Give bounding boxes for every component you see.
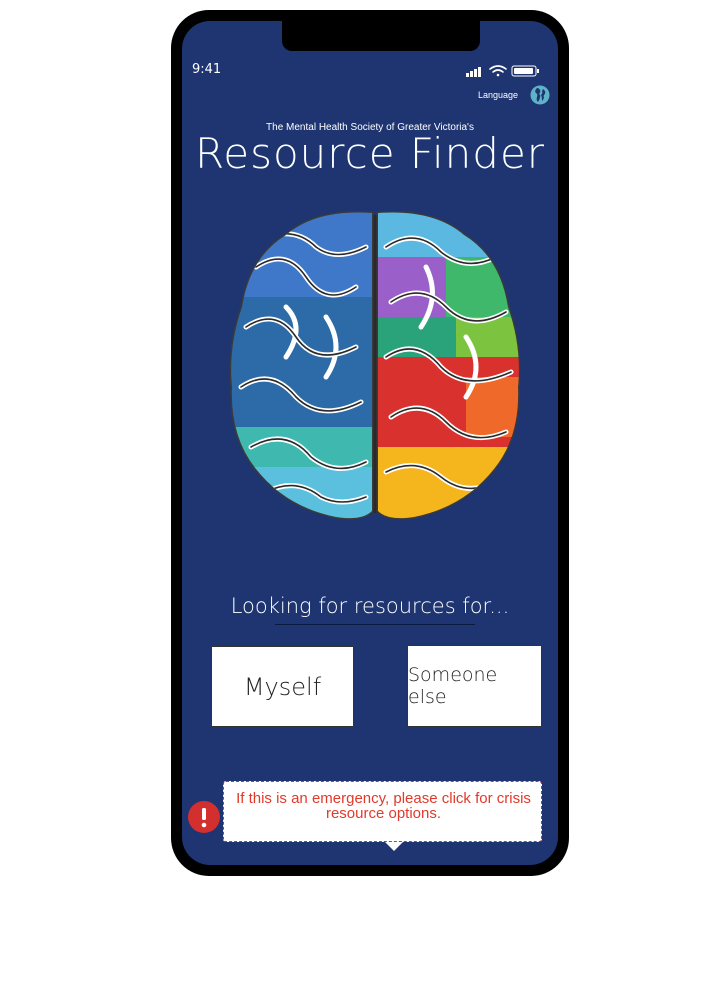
myself-button[interactable]: Myself <box>211 646 354 727</box>
tooltip-pointer <box>385 842 403 851</box>
device-notch <box>282 21 480 51</box>
phone-frame: 9:41 Language The Mental Health Society … <box>171 10 569 876</box>
language-label[interactable]: Language <box>478 90 518 100</box>
resources-prompt: Looking for resources for... <box>230 594 510 618</box>
prompt-underline <box>275 624 475 625</box>
someone-else-button[interactable]: Someone else <box>407 645 542 727</box>
battery-icon <box>511 65 539 77</box>
brain-illustration <box>229 211 521 520</box>
status-icons <box>466 65 539 77</box>
wifi-icon <box>489 65 507 77</box>
app-screen: 9:41 Language The Mental Health Society … <box>182 21 558 865</box>
signal-icon <box>466 67 481 77</box>
status-time: 9:41 <box>192 62 222 77</box>
globe-icon[interactable] <box>530 85 550 105</box>
page-title: Resource Finder <box>194 129 546 178</box>
emergency-tooltip[interactable]: If this is an emergency, please click fo… <box>223 781 542 842</box>
emergency-alert-icon[interactable] <box>188 801 220 833</box>
emergency-tooltip-text: If this is an emergency, please click fo… <box>236 790 531 822</box>
